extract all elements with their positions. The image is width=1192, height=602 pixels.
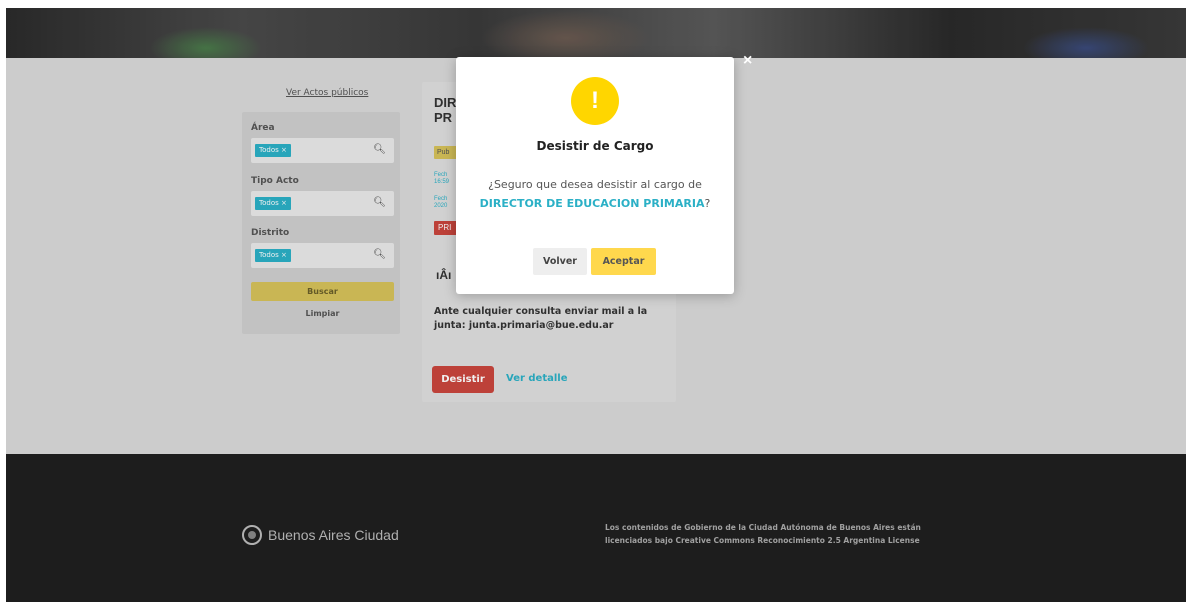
close-icon[interactable]: ×	[743, 52, 752, 70]
warning-icon: !	[571, 77, 619, 125]
modal-cargo: DIRECTOR DE EDUCACION PRIMARIA	[479, 197, 705, 210]
modal-message: ¿Seguro que desea desistir al cargo de D…	[456, 175, 734, 213]
modal-message-prefix: ¿Seguro que desea desistir al cargo de	[488, 178, 702, 191]
aceptar-button[interactable]: Aceptar	[591, 248, 656, 275]
desistir-modal: ! Desistir de Cargo ¿Seguro que desea de…	[456, 57, 734, 294]
modal-title: Desistir de Cargo	[536, 139, 654, 153]
volver-button[interactable]: Volver	[533, 248, 587, 275]
modal-message-suffix: ?	[704, 197, 711, 210]
